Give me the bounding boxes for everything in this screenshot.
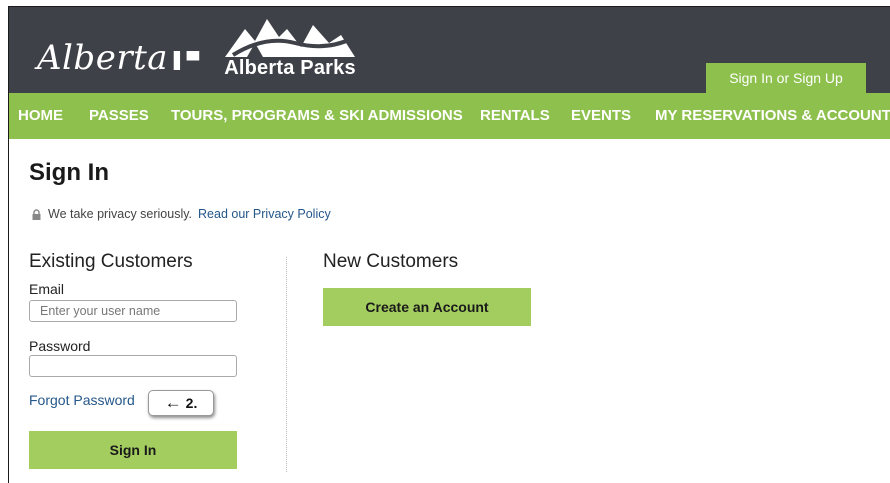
arrow-left-icon: ← (164, 393, 182, 412)
site-header: Alberta ▌▀ Alberta Parks Sign In or Sign … (9, 7, 890, 93)
alberta-parks-logo[interactable]: Alberta Parks (215, 13, 365, 83)
alberta-logo-text: Alberta (37, 38, 168, 78)
nav-item-my-reservations-account[interactable]: MY RESERVATIONS & ACCOUNT (655, 93, 890, 139)
alberta-parks-logo-text: Alberta Parks (224, 57, 356, 79)
column-divider (286, 257, 287, 472)
nav-item-tours-programs-ski[interactable]: TOURS, PROGRAMS & SKI ADMISSIONS (171, 93, 463, 139)
nav-item-home[interactable]: HOME (18, 93, 63, 139)
password-label: Password (29, 338, 91, 354)
email-label: Email (29, 281, 65, 297)
privacy-text: We take privacy seriously. (48, 207, 193, 221)
nav-item-rentals[interactable]: RENTALS (480, 93, 550, 139)
main-nav: HOME PASSES TOURS, PROGRAMS & SKI ADMISS… (9, 93, 890, 139)
forgot-password-link[interactable]: Forgot Password (29, 392, 135, 408)
alberta-logo[interactable]: Alberta ▌▀ (37, 38, 200, 78)
nav-item-passes[interactable]: PASSES (89, 93, 149, 139)
browser-page: Alberta ▌▀ Alberta Parks Sign In or Sign … (8, 6, 890, 483)
step-number-label: 2. (185, 395, 198, 411)
sign-in-button[interactable]: Sign In (29, 431, 237, 469)
existing-customers-heading: Existing Customers (29, 251, 193, 272)
mountain-logo-icon (225, 19, 355, 57)
privacy-policy-link[interactable]: Read our Privacy Policy (198, 207, 331, 221)
password-field[interactable] (29, 355, 237, 377)
email-field[interactable] (29, 300, 237, 322)
create-account-button[interactable]: Create an Account (323, 288, 531, 326)
privacy-notice: We take privacy seriously. Read our Priv… (31, 207, 331, 221)
lock-icon (32, 208, 41, 220)
step-callout: ← 2. (148, 390, 214, 416)
nav-item-events[interactable]: EVENTS (571, 93, 631, 139)
alberta-flag-icon: ▌▀ (174, 51, 200, 70)
new-customers-heading: New Customers (323, 251, 459, 272)
page-title: Sign In (29, 159, 109, 186)
sign-in-or-sign-up-tab[interactable]: Sign In or Sign Up (706, 63, 866, 93)
